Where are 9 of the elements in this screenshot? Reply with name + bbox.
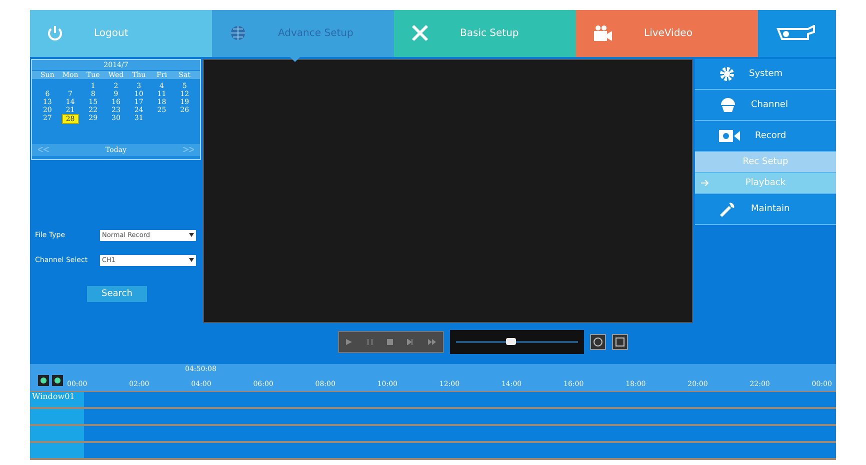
menu-item[interactable]: Record	[695, 120, 836, 152]
header-tab[interactable]: Logout	[30, 10, 212, 57]
menu-item[interactable]: System	[695, 58, 836, 90]
channel-label: Window01	[30, 392, 84, 407]
menu-item[interactable]: Maintain	[695, 194, 836, 225]
search-button[interactable]: Search	[87, 286, 147, 302]
header-tab[interactable]: LiveVideo	[576, 10, 758, 57]
menu-item[interactable]: Channel	[695, 90, 836, 121]
header-tab[interactable]: Basic Setup	[394, 10, 576, 57]
